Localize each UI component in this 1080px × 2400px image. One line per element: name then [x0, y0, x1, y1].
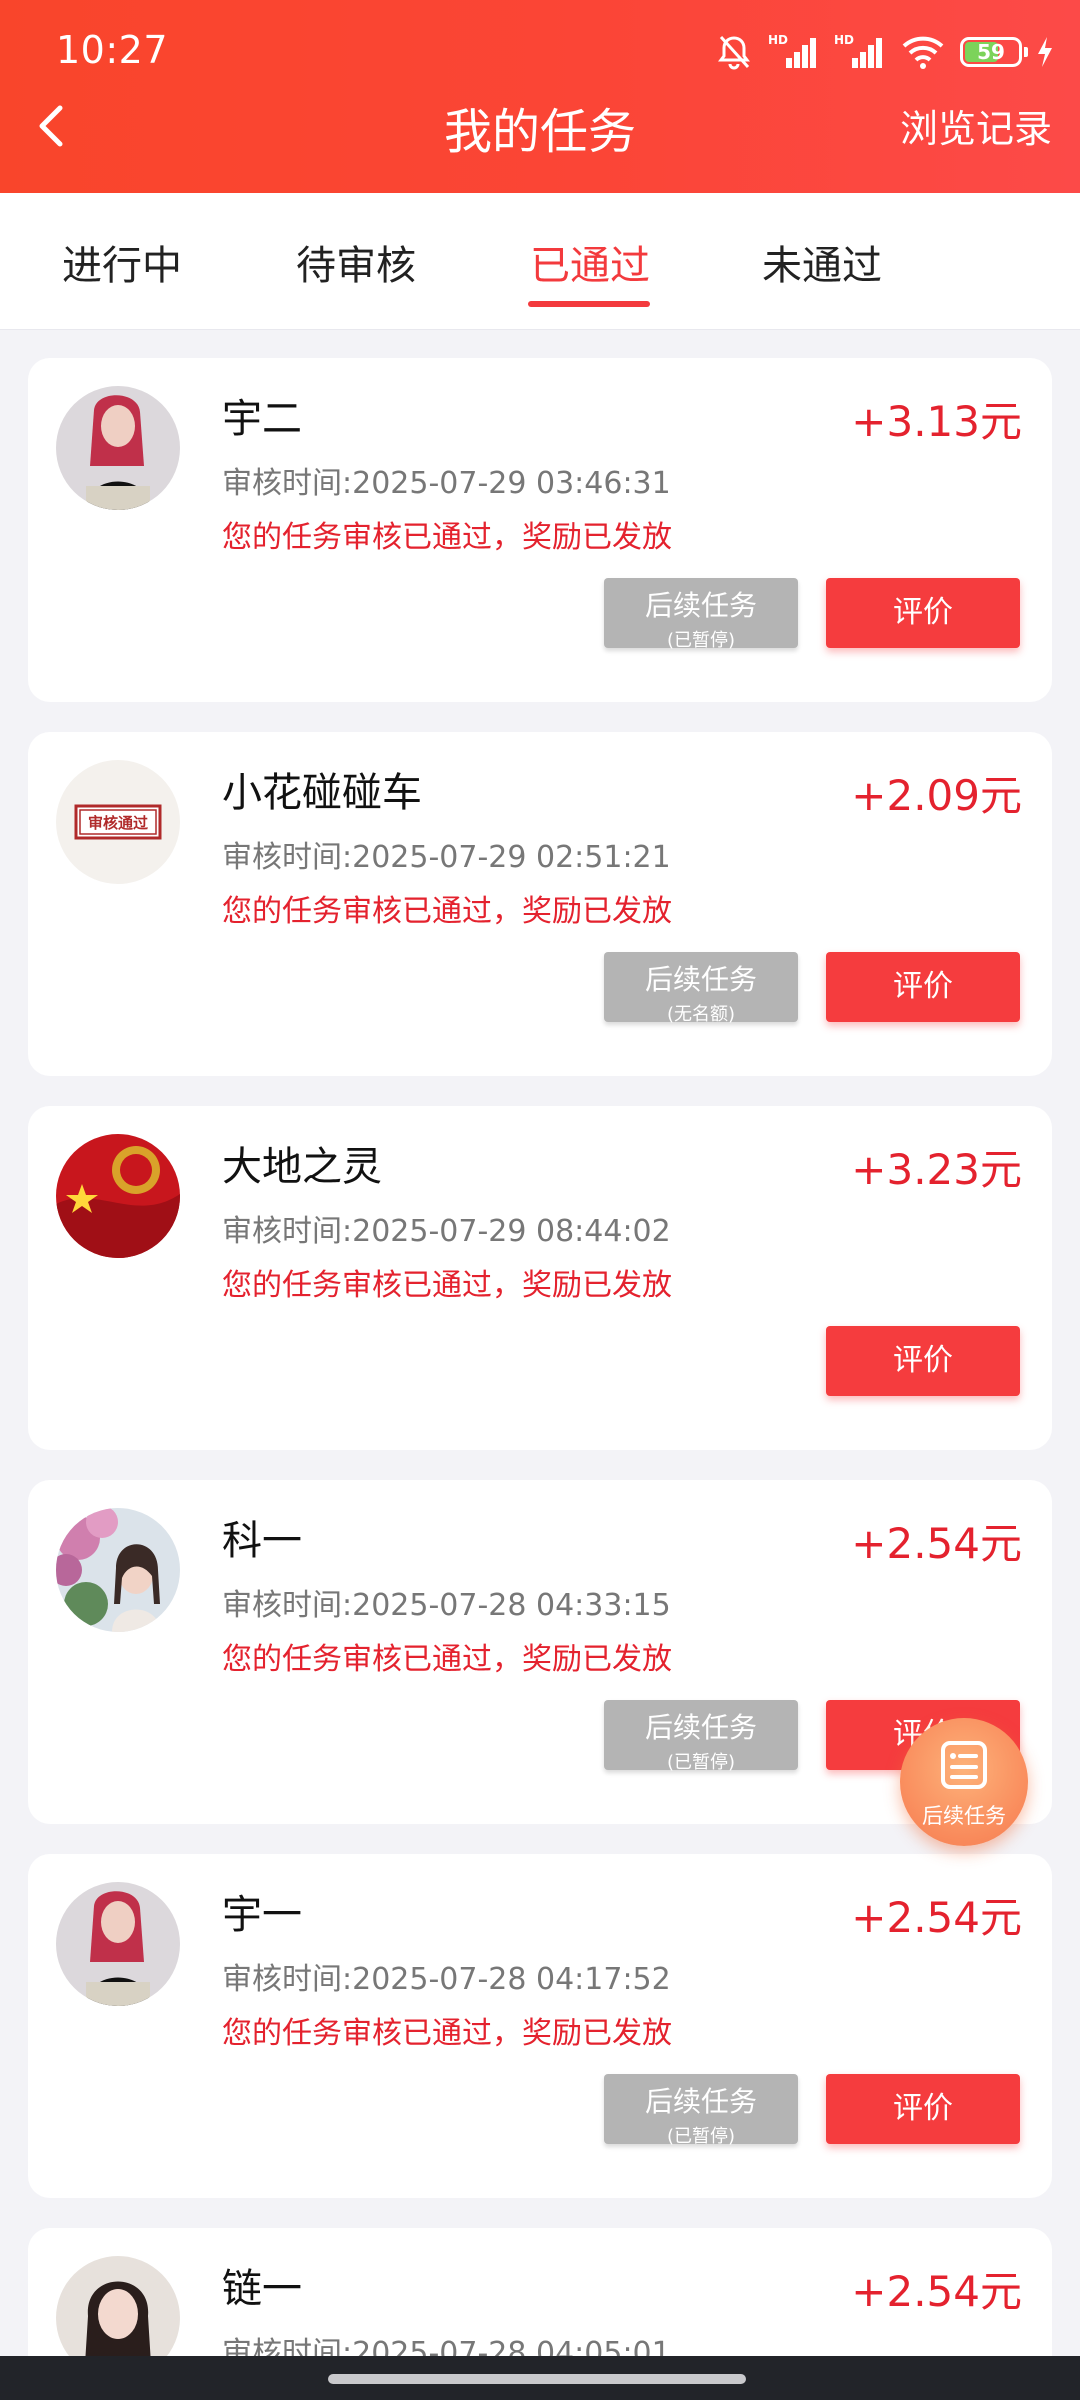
followup-label: 后续任务 — [644, 963, 757, 996]
review-button[interactable]: 评价 — [826, 2074, 1020, 2144]
tab-approved[interactable]: 已通过 — [530, 233, 650, 291]
task-name: 链一 — [222, 2266, 302, 2312]
followup-note: (已暂停) — [666, 1752, 736, 1773]
avatar — [56, 386, 180, 510]
reward-amount: +2.54元 — [851, 2267, 1022, 2316]
tab-pending-review[interactable]: 待审核 — [296, 233, 416, 291]
svg-text:HD: HD — [834, 33, 854, 47]
status-tabs: 进行中 待审核 已通过 未通过 — [0, 193, 1080, 330]
review-time: 审核时间:2025-07-28 04:17:52 — [222, 1962, 671, 1997]
battery-icon: 59 — [960, 37, 1028, 67]
followup-label: 后续任务 — [644, 1711, 757, 1744]
tab-rejected[interactable]: 未通过 — [762, 233, 882, 291]
followup-note: (已暂停) — [666, 2126, 736, 2147]
status-message: 您的任务审核已通过，奖励已发放 — [222, 1268, 672, 1303]
review-button[interactable]: 评价 — [826, 952, 1020, 1022]
app-header: 10:27 HD HD 59 我的任务 浏览记录 — [0, 0, 1080, 193]
task-card[interactable]: 宇一 +2.54元 审核时间:2025-07-28 04:17:52 您的任务审… — [28, 1854, 1052, 2198]
review-time: 审核时间:2025-07-29 02:51:21 — [222, 840, 671, 875]
followup-task-button[interactable]: 后续任务 (已暂停) — [604, 578, 798, 651]
task-list-icon — [941, 1741, 987, 1789]
task-card[interactable]: 科一 +2.54元 审核时间:2025-07-28 04:33:15 您的任务审… — [28, 1480, 1052, 1824]
wifi-icon — [902, 36, 944, 69]
status-message: 您的任务审核已通过，奖励已发放 — [222, 520, 672, 555]
followup-note: (已暂停) — [666, 630, 736, 651]
svg-text:HD: HD — [768, 33, 788, 47]
task-card[interactable]: 大地之灵 +3.23元 审核时间:2025-07-29 08:44:02 您的任… — [28, 1106, 1052, 1450]
home-gesture-handle[interactable] — [328, 2374, 746, 2384]
avatar: 审核通过 — [56, 760, 180, 884]
avatar — [56, 1882, 180, 2006]
battery-level: 59 — [977, 40, 1005, 64]
signal-hd-2-icon: HD — [834, 33, 882, 68]
reward-amount: +3.13元 — [851, 397, 1022, 446]
review-time: 审核时间:2025-07-29 03:46:31 — [222, 466, 671, 501]
signal-hd-1-icon: HD — [768, 33, 816, 68]
followup-label: 后续任务 — [644, 589, 757, 622]
status-bar: 10:27 HD HD 59 — [0, 0, 1080, 100]
review-button[interactable]: 评价 — [826, 578, 1020, 648]
task-name: 大地之灵 — [222, 1144, 382, 1190]
review-button[interactable]: 评价 — [826, 1326, 1020, 1396]
task-card[interactable]: 宇二 +3.13元 审核时间:2025-07-29 03:46:31 您的任务审… — [28, 358, 1052, 702]
followup-task-button[interactable]: 后续任务 (已暂停) — [604, 1700, 798, 1773]
status-time: 10:27 — [56, 28, 169, 72]
followup-task-fab[interactable]: 后续任务 — [900, 1718, 1028, 1846]
avatar-stamp-text: 审核通过 — [88, 814, 148, 832]
task-name: 科一 — [222, 1518, 302, 1564]
reward-amount: +2.54元 — [851, 1519, 1022, 1568]
fab-label: 后续任务 — [922, 1804, 1006, 1828]
followup-task-button[interactable]: 后续任务 (无名额) — [604, 952, 798, 1025]
task-name: 宇一 — [222, 1892, 302, 1938]
avatar — [56, 1508, 180, 1632]
status-message: 您的任务审核已通过，奖励已发放 — [222, 1642, 672, 1677]
task-card[interactable]: 审核通过 小花碰碰车 +2.09元 审核时间:2025-07-29 02:51:… — [28, 732, 1052, 1076]
followup-task-button[interactable]: 后续任务 (已暂停) — [604, 2074, 798, 2147]
reward-amount: +2.54元 — [851, 1893, 1022, 1942]
bell-off-icon — [718, 35, 750, 70]
task-name: 宇二 — [222, 396, 302, 442]
followup-note: (无名额) — [666, 1004, 736, 1025]
status-message: 您的任务审核已通过，奖励已发放 — [222, 894, 672, 929]
status-message: 您的任务审核已通过，奖励已发放 — [222, 2016, 672, 2051]
review-time: 审核时间:2025-07-29 08:44:02 — [222, 1214, 671, 1249]
charging-icon — [1038, 37, 1052, 67]
reward-amount: +3.23元 — [851, 1145, 1022, 1194]
tab-in-progress[interactable]: 进行中 — [62, 233, 182, 291]
reward-amount: +2.09元 — [851, 771, 1022, 820]
task-name: 小花碰碰车 — [222, 770, 422, 816]
status-icons: HD HD 59 — [714, 30, 1054, 74]
active-tab-indicator — [528, 301, 650, 307]
browse-history-link[interactable]: 浏览记录 — [900, 98, 1052, 153]
avatar — [56, 1134, 180, 1258]
review-time: 审核时间:2025-07-28 04:33:15 — [222, 1588, 671, 1623]
followup-label: 后续任务 — [644, 2085, 757, 2118]
